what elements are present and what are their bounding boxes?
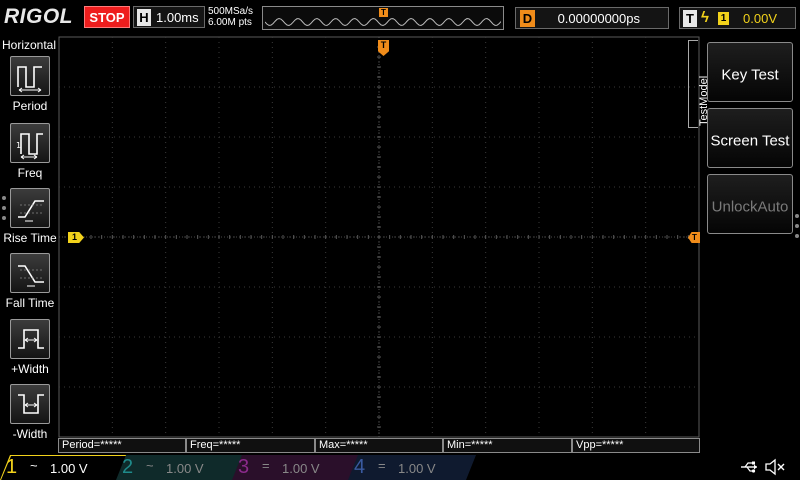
channel-4-number: 4 [354, 456, 366, 478]
measurement-min[interactable]: Min=***** [443, 438, 572, 453]
rise-time-label: Rise Time [3, 231, 57, 245]
memory-position-bar: T [262, 6, 504, 30]
brand-logo: RIGOL [4, 5, 73, 28]
measure-rise-time[interactable]: Rise Time [0, 188, 60, 250]
measure-fall-time[interactable]: Fall Time [0, 253, 60, 315]
screen-test-label: Screen Test [710, 132, 790, 150]
fall-time-label: Fall Time [5, 296, 55, 310]
graticule [58, 36, 700, 438]
channel-1-number: 1 [6, 456, 18, 478]
channel-status-bar: 1 ~ 1.00 V 2 ~ 1.00 V 3 = 1.00 V 4 = 1.0… [0, 454, 800, 480]
unlock-auto-label: UnlockAuto [711, 198, 789, 216]
channel-2-number: 2 [122, 456, 134, 478]
horizontal-label: H [137, 9, 151, 26]
trigger-level: 0.00V [743, 11, 777, 26]
measurement-vpp[interactable]: Vpp=***** [572, 438, 700, 453]
delay-value: 0.00000000ps [557, 11, 640, 26]
channel-3-number: 3 [238, 456, 250, 478]
period-icon [10, 56, 50, 96]
menu-tab-frame [688, 40, 698, 128]
svg-text:1: 1 [16, 141, 21, 150]
channel-4-status[interactable]: 4 = 1.00 V [348, 455, 476, 480]
usb-icon [741, 461, 757, 473]
horizontal-measure-menu: Horizontal Period 1 Freq Rise Time Fall … [0, 36, 60, 441]
trigger-position-marker: T [379, 8, 388, 17]
trigger-label: T [683, 10, 697, 27]
trigger-level-marker-label: T [692, 233, 697, 242]
channel-1-coupling: ~ [30, 458, 38, 473]
sample-rate: 500MSa/s [208, 6, 254, 17]
measure-frequency[interactable]: 1 Freq [0, 123, 60, 185]
channel-4-scale: 1.00 V [398, 461, 436, 476]
horizontal-timebase[interactable]: H 1.00ms [133, 6, 205, 28]
channel-3-scale: 1.00 V [282, 461, 320, 476]
negative-width-label: -Width [12, 427, 48, 441]
top-status-bar: RIGOL STOP H 1.00ms 500MSa/s 6.00M pts T… [0, 0, 800, 36]
channel-2-scale: 1.00 V [166, 461, 204, 476]
key-test-label: Key Test [721, 66, 779, 84]
memory-waveform-preview [265, 17, 501, 27]
waveform-display-area[interactable]: 1 T T [58, 36, 700, 438]
memory-depth: 6.00M pts [208, 17, 252, 28]
speaker-muted-icon[interactable] [764, 458, 786, 476]
measure-positive-width[interactable]: +Width [0, 319, 60, 381]
menu-page-indicator [2, 196, 6, 226]
run-stop-status[interactable]: STOP [84, 6, 130, 28]
channel-3-coupling: = [262, 458, 270, 473]
measure-period[interactable]: Period [0, 56, 60, 118]
delay-label: D [520, 10, 535, 27]
fall-time-icon [10, 253, 50, 293]
channel-2-status[interactable]: 2 ~ 1.00 V [116, 455, 244, 480]
positive-width-icon [10, 319, 50, 359]
measurement-frequency[interactable]: Freq=***** [186, 438, 315, 453]
channel-1-scale: 1.00 V [50, 461, 88, 476]
menu-title: Horizontal [1, 38, 57, 52]
channel-2-coupling: ~ [146, 458, 154, 473]
channel-3-status[interactable]: 3 = 1.00 V [232, 455, 360, 480]
period-label: Period [12, 99, 48, 113]
channel1-marker-label: 1 [72, 232, 78, 242]
channel-4-coupling: = [378, 458, 386, 473]
acquisition-info: 500MSa/s 6.00M pts [208, 6, 253, 28]
horizontal-delay[interactable]: D 0.00000000ps [515, 7, 669, 29]
trigger-source: 1 [718, 12, 729, 25]
test-model-menu: TestModel Key Test Screen Test UnlockAut… [688, 36, 800, 438]
menu-page-indicator [795, 214, 799, 244]
trigger-time-marker-label: T [380, 40, 387, 50]
measurement-bar: Period=***** Freq=***** Max=***** Min=**… [58, 438, 700, 453]
negative-width-icon [10, 384, 50, 424]
key-test-button[interactable]: Key Test [707, 42, 793, 102]
trigger-settings[interactable]: T ϟ 1 0.00V [679, 7, 796, 29]
rise-time-icon [10, 188, 50, 228]
screen-test-button[interactable]: Screen Test [707, 108, 793, 168]
channel-1-status[interactable]: 1 ~ 1.00 V [0, 455, 128, 480]
unlock-auto-button[interactable]: UnlockAuto [707, 174, 793, 234]
frequency-icon: 1 [10, 123, 50, 163]
freq-label: Freq [17, 166, 43, 180]
rising-edge-icon: ϟ [701, 9, 709, 26]
measurement-period[interactable]: Period=***** [58, 438, 186, 453]
positive-width-label: +Width [11, 362, 49, 376]
timebase-value: 1.00ms [156, 10, 199, 25]
measurement-max[interactable]: Max=***** [315, 438, 443, 453]
measure-negative-width[interactable]: -Width [0, 384, 60, 446]
